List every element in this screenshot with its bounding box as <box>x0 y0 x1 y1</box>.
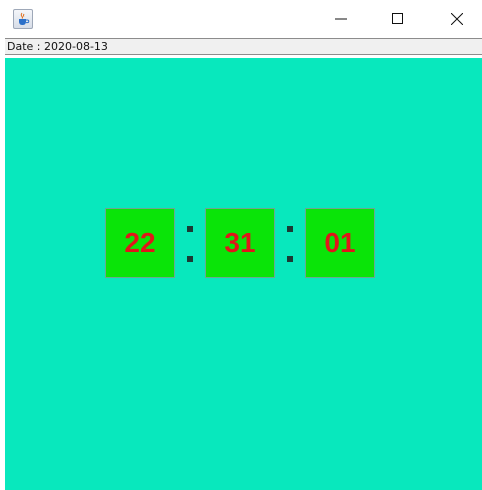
maximize-button[interactable] <box>375 0 421 38</box>
close-button[interactable] <box>434 0 480 38</box>
close-icon <box>451 13 463 25</box>
java-coffee-cup-icon[interactable] <box>13 9 33 29</box>
colon-separator <box>187 224 195 264</box>
hours-tile: 22 <box>105 208 175 278</box>
minimize-icon <box>335 18 347 20</box>
seconds-value: 01 <box>324 227 356 258</box>
date-label: Date : 2020-08-13 <box>7 40 108 53</box>
maximize-icon <box>392 13 403 24</box>
minutes-tile: 31 <box>205 208 275 278</box>
title-bar[interactable] <box>0 0 482 38</box>
minutes-value: 31 <box>224 227 256 258</box>
seconds-tile: 01 <box>305 208 375 278</box>
date-bar: Date : 2020-08-13 <box>5 38 482 55</box>
minimize-button[interactable] <box>318 0 364 38</box>
clock-panel: 22 31 01 <box>5 58 482 490</box>
colon-separator <box>287 224 295 264</box>
app-window: Date : 2020-08-13 22 31 01 <box>0 0 482 490</box>
hours-value: 22 <box>124 227 156 258</box>
